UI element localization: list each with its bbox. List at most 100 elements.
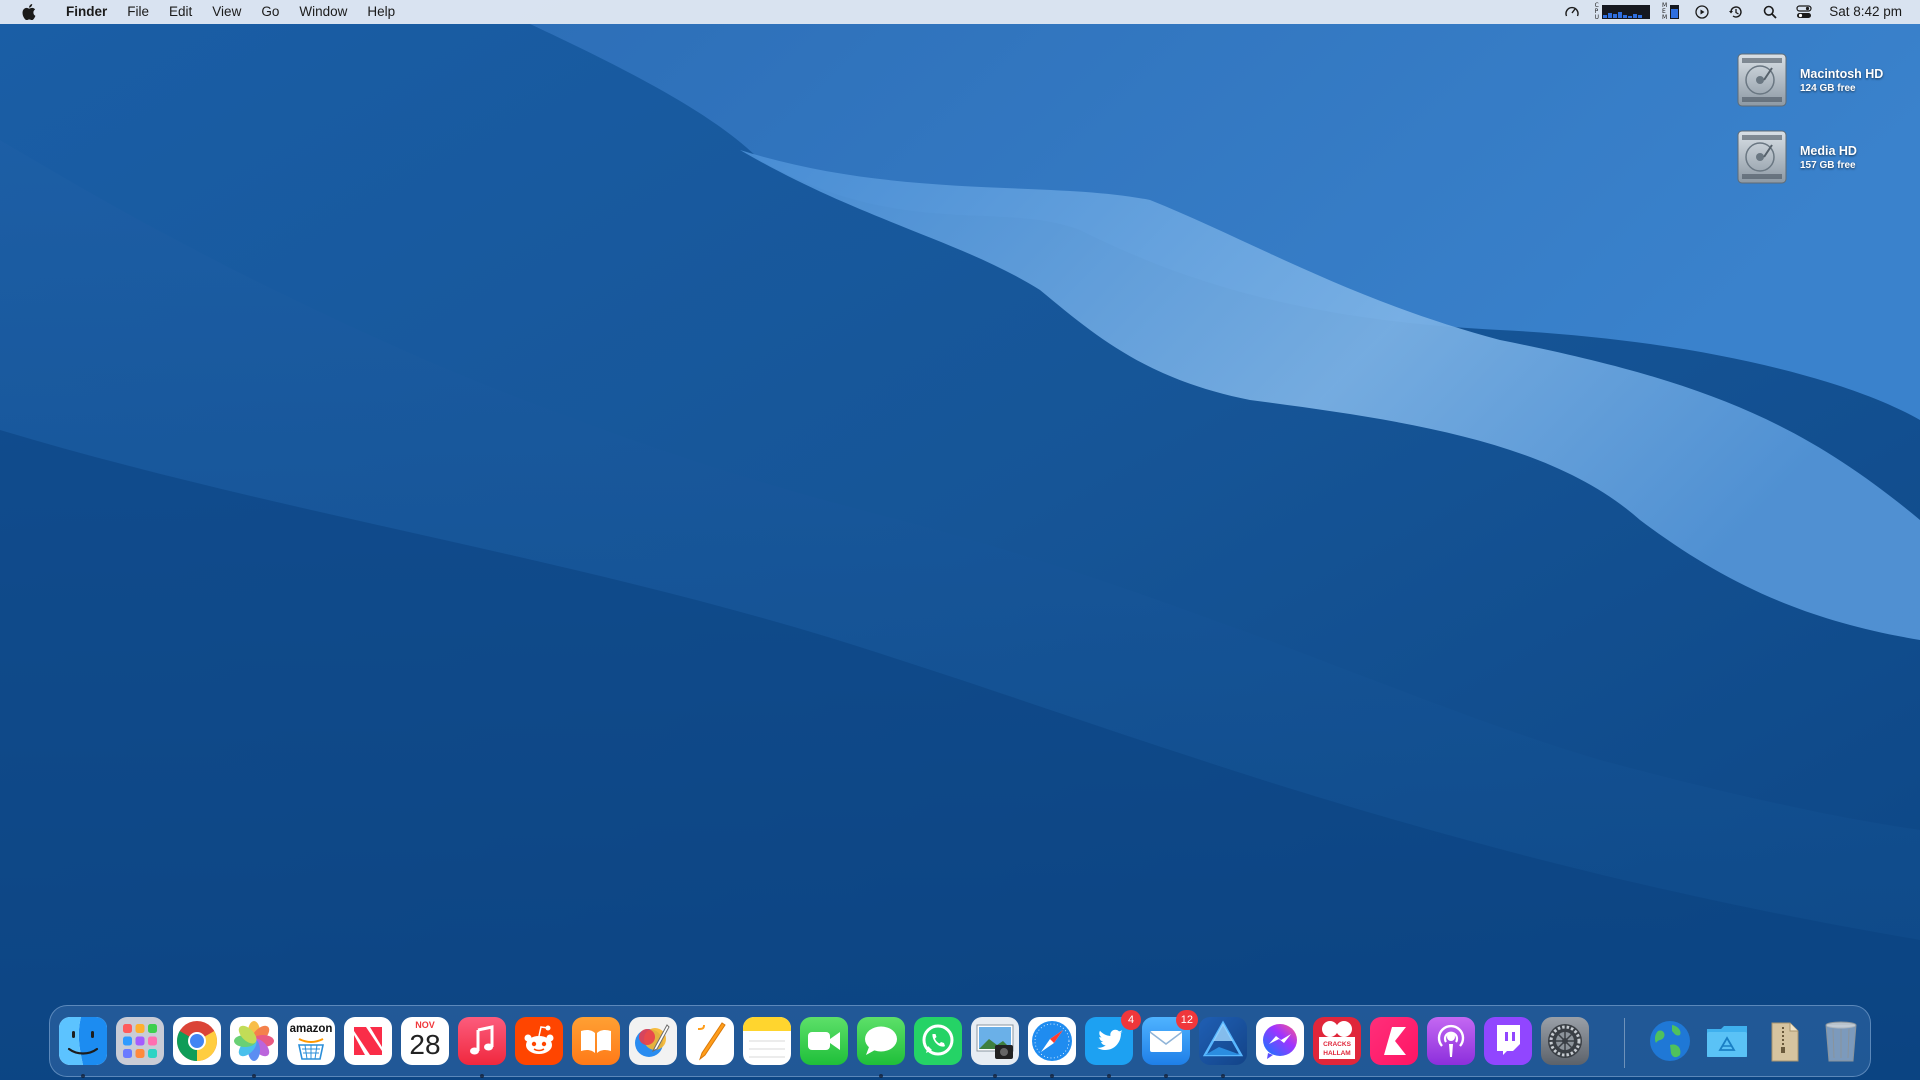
dock-item-calendar[interactable]: NOV 28 xyxy=(401,1017,449,1065)
whatsapp-icon xyxy=(914,1017,962,1065)
messages-icon xyxy=(857,1017,905,1065)
amazon-icon: amazon xyxy=(287,1017,335,1065)
desktop-drive-media-hd[interactable]: Media HD 157 GB free xyxy=(1734,127,1914,187)
messenger-icon xyxy=(1256,1017,1304,1065)
memory-meter-icon[interactable]: MEM xyxy=(1656,0,1685,24)
dock-item-reddit[interactable] xyxy=(515,1017,563,1065)
dock-item-trash[interactable] xyxy=(1817,1017,1865,1065)
safari-icon xyxy=(1028,1017,1076,1065)
dock-item-pixelmator[interactable] xyxy=(629,1017,677,1065)
running-indicator xyxy=(252,1074,256,1078)
running-indicator xyxy=(1221,1074,1225,1078)
dock-item-chrome[interactable] xyxy=(173,1017,221,1065)
trash-icon xyxy=(1817,1017,1865,1065)
photos-icon xyxy=(230,1017,278,1065)
gear-icon xyxy=(1541,1017,1589,1065)
menu-go[interactable]: Go xyxy=(251,0,289,24)
hard-drive-icon xyxy=(1734,50,1790,110)
dock-item-photos[interactable] xyxy=(230,1017,278,1078)
archive-icon xyxy=(1760,1017,1808,1065)
svg-text:HALLAM: HALLAM xyxy=(1323,1050,1350,1057)
music-icon xyxy=(458,1017,506,1065)
running-indicator xyxy=(480,1074,484,1078)
notes-icon xyxy=(743,1017,791,1065)
dock-item-twitch[interactable] xyxy=(1484,1017,1532,1065)
dock-item-archive[interactable] xyxy=(1760,1017,1808,1065)
running-indicator xyxy=(81,1074,85,1078)
dock-item-news[interactable] xyxy=(344,1017,392,1065)
dock-item-messenger[interactable] xyxy=(1256,1017,1304,1065)
play-icon[interactable] xyxy=(1685,0,1719,24)
svg-text:CRACKS: CRACKS xyxy=(1323,1041,1351,1048)
dock-item-preview[interactable] xyxy=(971,1017,1019,1078)
chrome-icon xyxy=(173,1017,221,1065)
dock-item-books[interactable] xyxy=(572,1017,620,1065)
app-menu-finder[interactable]: Finder xyxy=(56,0,117,24)
dock-item-cracks-hallam[interactable]: CRACKS HALLAM xyxy=(1313,1017,1361,1065)
running-indicator xyxy=(1050,1074,1054,1078)
speedometer-icon[interactable] xyxy=(1555,0,1589,24)
dock-item-applications-folder[interactable] xyxy=(1703,1017,1751,1065)
dock-item-podcasts[interactable] xyxy=(1427,1017,1475,1065)
dock-item-pages[interactable] xyxy=(686,1017,734,1065)
desktop-wallpaper xyxy=(0,0,1920,1080)
pixelmator-icon xyxy=(629,1017,677,1065)
cpu-meter-icon[interactable]: CPU xyxy=(1589,0,1656,24)
cracks-hallam-icon: CRACKS HALLAM xyxy=(1313,1017,1361,1065)
notification-badge: 12 xyxy=(1175,1010,1198,1030)
affinity-icon xyxy=(1199,1017,1247,1065)
menu-window[interactable]: Window xyxy=(289,0,357,24)
notification-badge: 4 xyxy=(1121,1010,1141,1030)
globe-icon xyxy=(1646,1017,1694,1065)
twitch-icon xyxy=(1484,1017,1532,1065)
running-indicator xyxy=(879,1074,883,1078)
dock-item-notes[interactable] xyxy=(743,1017,791,1065)
dock-item-messages[interactable] xyxy=(857,1017,905,1078)
menu-view[interactable]: View xyxy=(202,0,251,24)
drive-free-space: 124 GB free xyxy=(1800,82,1856,94)
launchpad-icon xyxy=(116,1017,164,1065)
dock-item-launchpad[interactable] xyxy=(116,1017,164,1065)
running-indicator xyxy=(1107,1074,1111,1078)
calendar-day: 28 xyxy=(409,1029,441,1060)
drive-name: Macintosh HD xyxy=(1800,66,1884,81)
dock-item-facetime[interactable] xyxy=(800,1017,848,1065)
time-machine-icon[interactable] xyxy=(1719,0,1753,24)
desktop-drive-macintosh-hd[interactable]: Macintosh HD 124 GB free xyxy=(1734,50,1914,110)
running-indicator xyxy=(1164,1074,1168,1078)
facetime-icon xyxy=(800,1017,848,1065)
podcasts-icon xyxy=(1427,1017,1475,1065)
dock-item-amazon[interactable]: amazon xyxy=(287,1017,335,1065)
menu-edit[interactable]: Edit xyxy=(159,0,202,24)
dock-item-music[interactable] xyxy=(458,1017,506,1078)
dock-item-mail[interactable]: 12 xyxy=(1142,1010,1198,1078)
drive-name: Media HD xyxy=(1800,143,1857,158)
control-center-icon[interactable] xyxy=(1787,0,1821,24)
dock-item-network-globe[interactable] xyxy=(1646,1017,1694,1065)
klokki-icon xyxy=(1370,1017,1418,1065)
preview-icon xyxy=(971,1017,1019,1065)
apple-menu-icon[interactable] xyxy=(18,0,40,24)
dock-separator xyxy=(1624,1018,1625,1068)
dock-item-klokki[interactable] xyxy=(1370,1017,1418,1065)
drive-free-space: 157 GB free xyxy=(1800,159,1856,171)
dock-item-finder[interactable] xyxy=(59,1017,107,1078)
news-icon xyxy=(344,1017,392,1065)
menu-bar: Finder File Edit View Go Window Help CPU… xyxy=(0,0,1920,24)
menu-file[interactable]: File xyxy=(117,0,159,24)
dock-item-system-preferences[interactable] xyxy=(1541,1017,1589,1065)
pages-icon xyxy=(686,1017,734,1065)
reddit-icon xyxy=(515,1017,563,1065)
dock-item-safari[interactable] xyxy=(1028,1017,1076,1078)
running-indicator xyxy=(993,1074,997,1078)
search-icon[interactable] xyxy=(1753,0,1787,24)
applications-folder-icon xyxy=(1703,1017,1751,1065)
hard-drive-icon xyxy=(1734,127,1790,187)
books-icon xyxy=(572,1017,620,1065)
calendar-icon: NOV 28 xyxy=(401,1017,449,1065)
menubar-clock[interactable]: Sat 8:42 pm xyxy=(1821,0,1920,24)
dock-item-affinity-designer[interactable] xyxy=(1199,1017,1247,1078)
dock-item-whatsapp[interactable] xyxy=(914,1017,962,1065)
menu-help[interactable]: Help xyxy=(357,0,405,24)
dock-item-twitter[interactable]: 4 xyxy=(1085,1010,1141,1078)
